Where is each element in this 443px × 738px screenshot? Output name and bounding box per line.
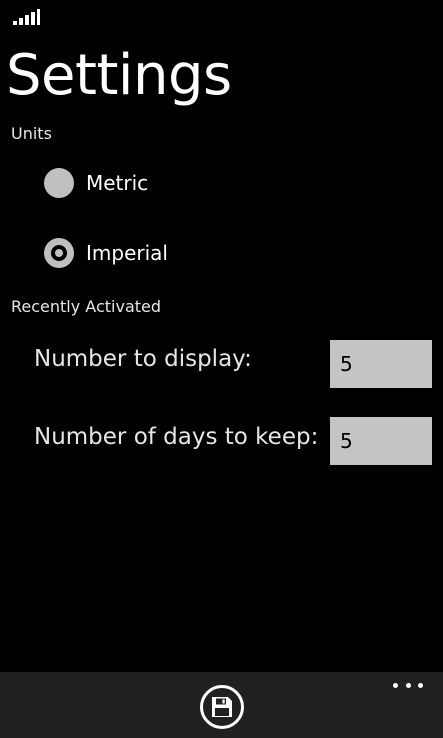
recently-activated-section-label: Recently Activated: [11, 297, 162, 316]
save-icon: [212, 697, 232, 717]
days-to-keep-label: Number of days to keep:: [34, 424, 319, 450]
application-bar: [0, 672, 443, 738]
radio-imperial[interactable]: Imperial: [44, 237, 168, 269]
signal-strength-icon: [13, 9, 40, 25]
days-to-keep-input[interactable]: [330, 417, 432, 465]
page-title: Settings: [6, 43, 232, 108]
radio-metric-label: Metric: [86, 171, 149, 195]
radio-checked-icon[interactable]: [44, 238, 74, 268]
more-ellipsis-icon: [418, 682, 423, 688]
save-button[interactable]: [200, 685, 244, 729]
status-bar: [0, 0, 443, 30]
radio-unchecked-icon[interactable]: [44, 168, 74, 198]
radio-metric[interactable]: Metric: [44, 167, 148, 199]
more-ellipsis-icon: [405, 682, 411, 688]
units-section-label: Units: [11, 124, 52, 143]
number-to-display-input[interactable]: [330, 340, 432, 388]
more-options-button[interactable]: [393, 678, 423, 692]
radio-imperial-label: Imperial: [86, 241, 168, 265]
more-ellipsis-icon: [393, 682, 398, 688]
number-to-display-label: Number to display:: [34, 346, 252, 372]
